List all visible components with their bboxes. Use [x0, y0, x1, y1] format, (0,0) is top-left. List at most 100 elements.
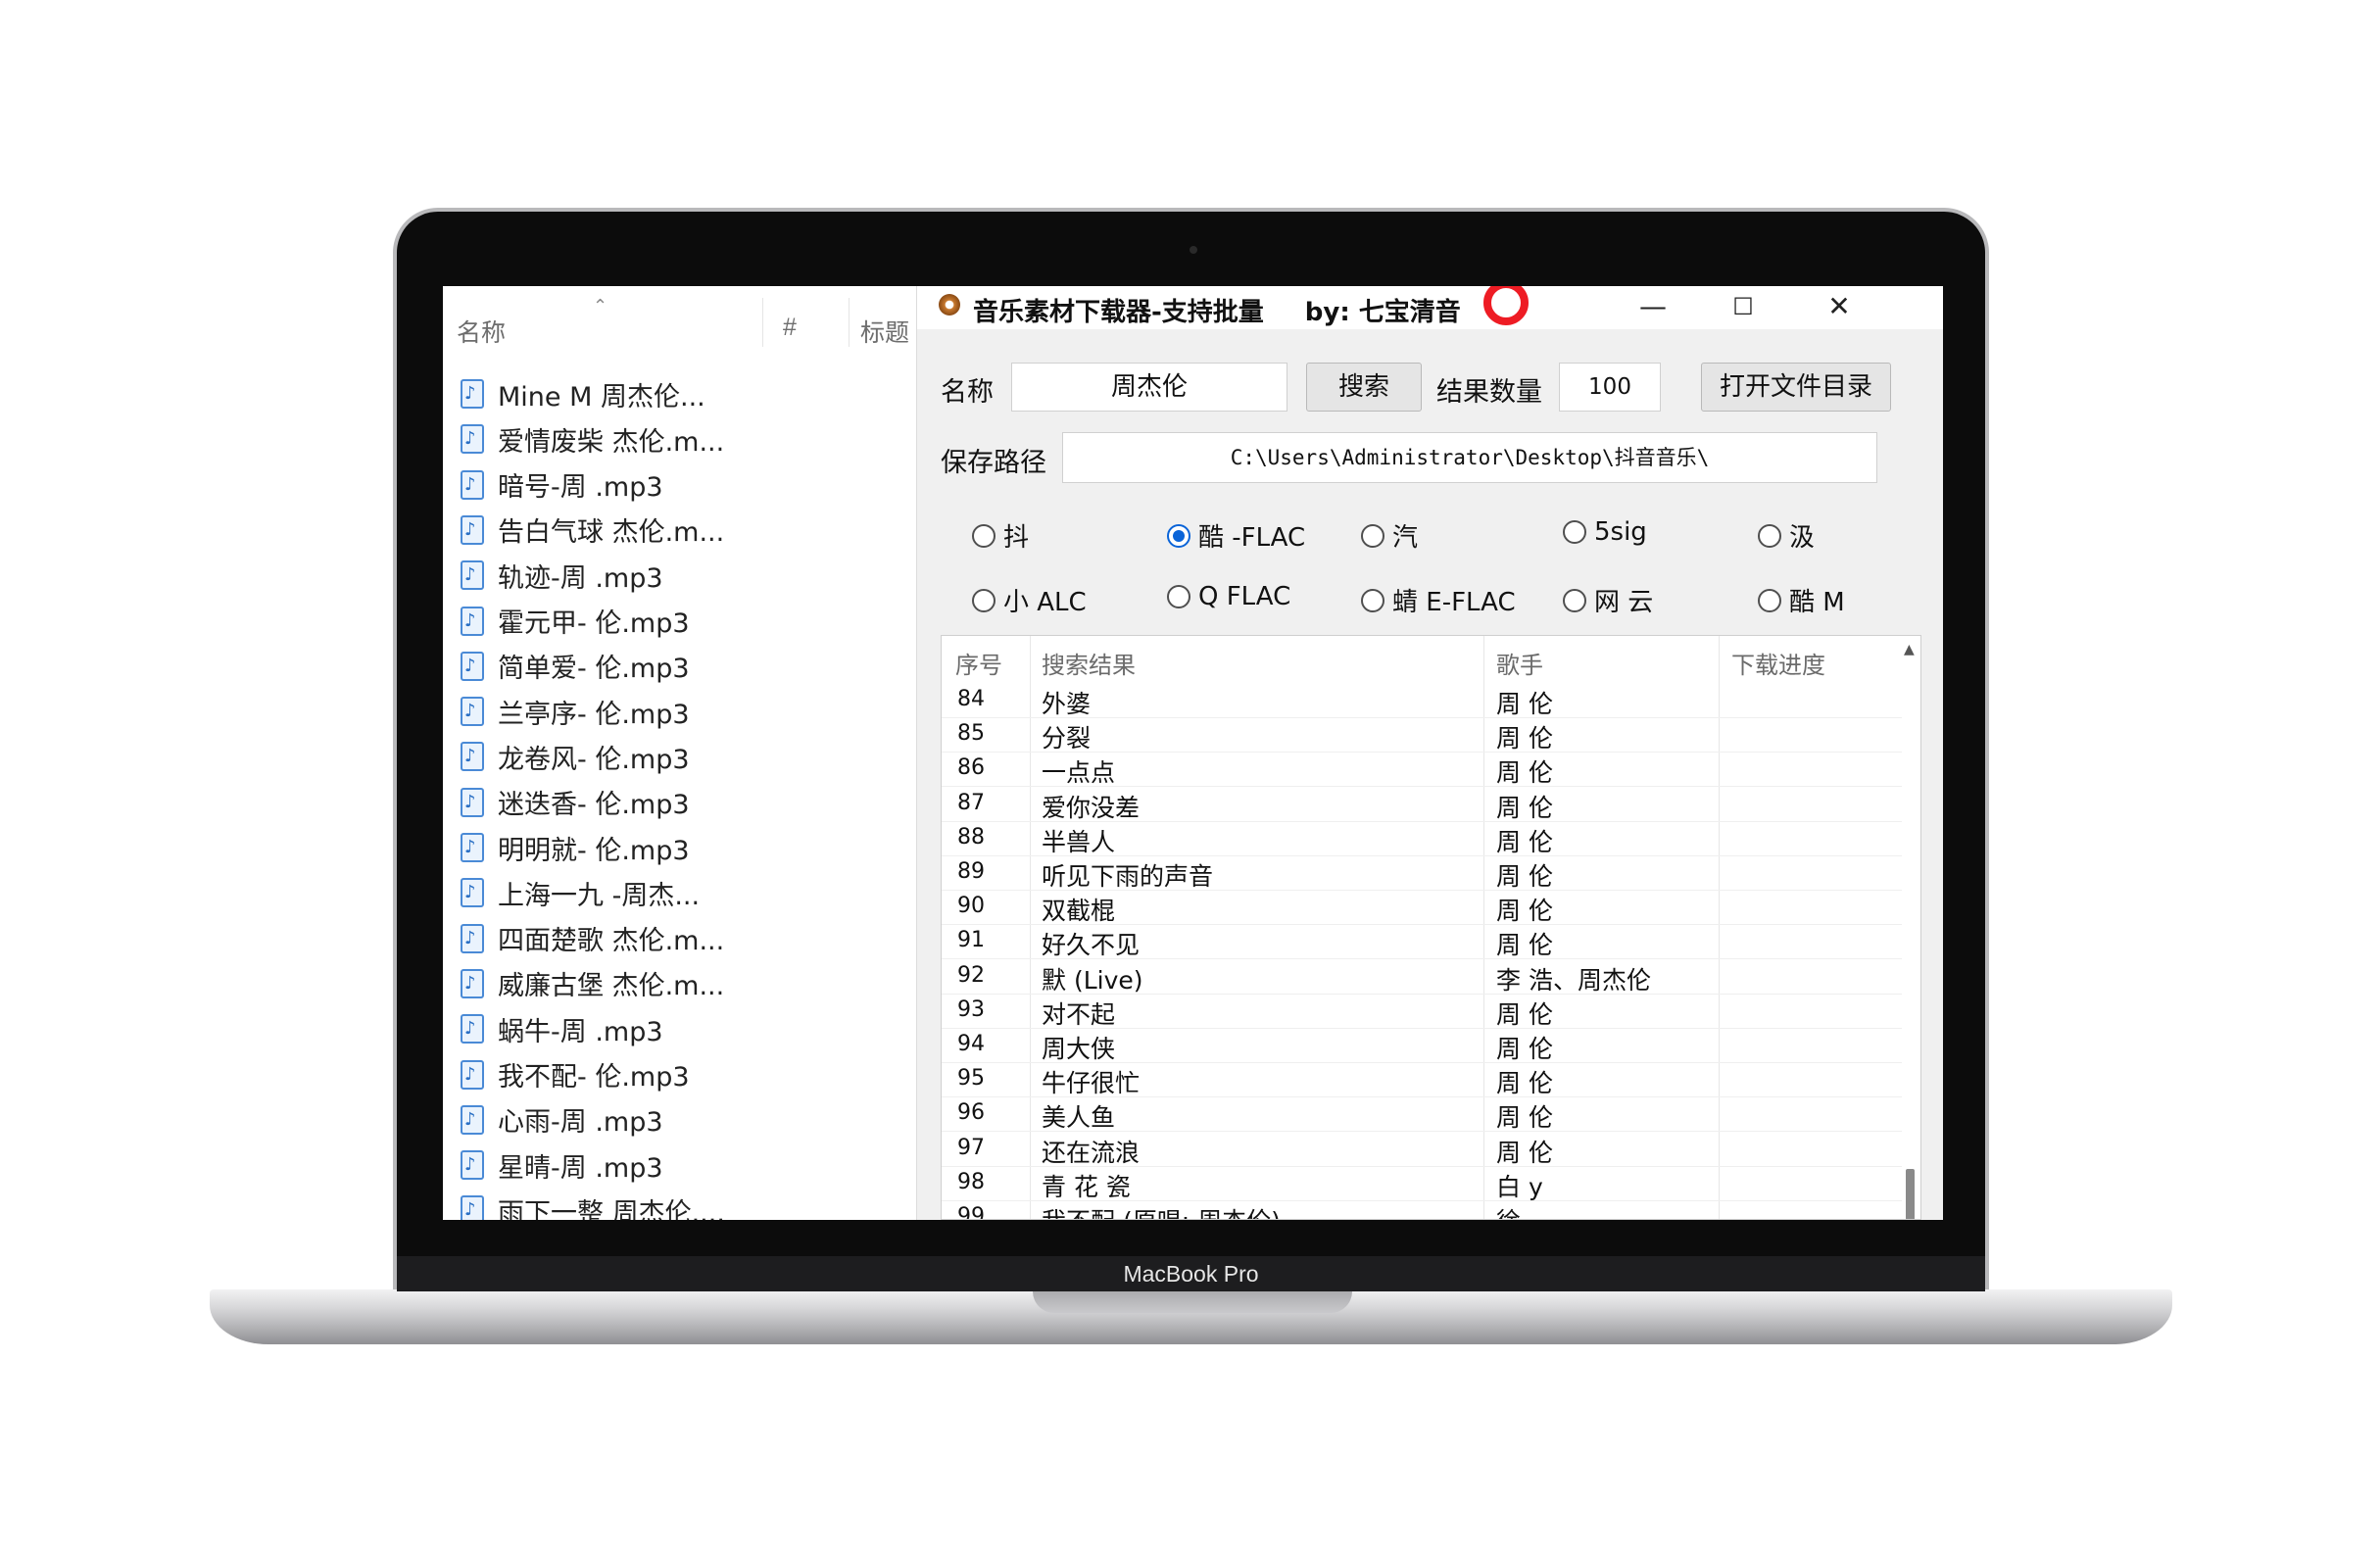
- maximize-button[interactable]: ☐: [1719, 290, 1768, 323]
- screen: ⌃ 名称 # 标题 Mine M 周杰伦... 爱情废柴 杰伦.m... 暗号-周 …: [443, 286, 1943, 1220]
- file-item[interactable]: 心雨-周 .mp3: [461, 1100, 663, 1140]
- column-number[interactable]: #: [783, 314, 797, 342]
- column-divider[interactable]: [849, 298, 850, 347]
- close-button[interactable]: ✕: [1815, 290, 1864, 323]
- table-row[interactable]: 92 默 (Live) 李 浩、周杰伦: [942, 959, 1902, 995]
- name-input[interactable]: 周杰伦: [1011, 363, 1287, 412]
- table-row[interactable]: 97 还在流浪 周 伦: [942, 1132, 1902, 1167]
- file-item[interactable]: 简单爱- 伦.mp3: [461, 647, 690, 686]
- source-radio[interactable]: 5sig: [1563, 517, 1647, 547]
- header-artist[interactable]: 歌手: [1496, 646, 1543, 680]
- table-row[interactable]: 84 外婆 周 伦: [942, 683, 1902, 718]
- minimize-button[interactable]: —: [1628, 290, 1677, 323]
- table-row[interactable]: 96 美人鱼 周 伦: [942, 1096, 1902, 1133]
- file-item[interactable]: 雨下一整 周杰伦....: [461, 1191, 725, 1220]
- column-name[interactable]: 名称: [457, 314, 506, 349]
- file-item[interactable]: 暗号-周 .mp3: [461, 465, 663, 505]
- cell-title: 双截棍: [1042, 897, 1116, 926]
- cell-artist: 周 伦: [1496, 690, 1553, 718]
- file-item[interactable]: 星晴-周 .mp3: [461, 1145, 663, 1185]
- file-item[interactable]: 告白气球 杰伦.m...: [461, 510, 724, 550]
- save-path-input[interactable]: C:\Users\Administrator\Desktop\抖音音乐\: [1062, 432, 1877, 483]
- radio-empty-icon[interactable]: [1563, 588, 1586, 612]
- radio-empty-icon[interactable]: [1758, 588, 1781, 612]
- file-item[interactable]: 上海一九 -周杰...: [461, 873, 700, 912]
- open-folder-button[interactable]: 打开文件目录: [1701, 363, 1891, 412]
- file-name: 轨迹-周 .mp3: [498, 562, 663, 594]
- table-row[interactable]: 88 半兽人 周 伦: [942, 821, 1902, 856]
- source-radio[interactable]: Q FLAC: [1167, 582, 1290, 611]
- audio-file-icon: [461, 923, 484, 953]
- source-radio[interactable]: 网 云: [1563, 582, 1653, 618]
- title-bar[interactable]: 音乐素材下载器-支持批量 by: 七宝清音 — ☐ ✕: [917, 286, 1943, 329]
- table-row[interactable]: 93 对不起 周 伦: [942, 994, 1902, 1029]
- file-item[interactable]: 霍元甲- 伦.mp3: [461, 602, 690, 641]
- cell-artist: 周 伦: [1496, 1069, 1553, 1098]
- table-header: 序号 搜索结果 歌手 下载进度: [942, 636, 1920, 683]
- source-radio[interactable]: 酷 -FLAC: [1167, 517, 1305, 554]
- source-radio[interactable]: 抖: [972, 517, 1029, 554]
- source-radio[interactable]: 蜻 E-FLAC: [1361, 582, 1516, 618]
- result-count-input[interactable]: 100: [1559, 363, 1661, 412]
- table-row[interactable]: 89 听见下雨的声音 周 伦: [942, 855, 1902, 891]
- radio-empty-icon[interactable]: [1758, 523, 1781, 548]
- table-row[interactable]: 98 青 花 瓷 白 y: [942, 1166, 1902, 1201]
- cell-title: 默 (Live): [1042, 965, 1143, 995]
- cell-index: 98: [957, 1169, 985, 1194]
- cell-title: 我不配 (原唱: 周杰伦): [1042, 1202, 1281, 1219]
- column-title[interactable]: 标题: [860, 314, 909, 349]
- cell-title: 美人鱼: [1042, 1103, 1116, 1133]
- cell-index: 99: [957, 1204, 985, 1220]
- file-item[interactable]: 蜗牛-周 .mp3: [461, 1009, 663, 1048]
- file-name: 简单爱- 伦.mp3: [498, 654, 690, 685]
- file-item[interactable]: 轨迹-周 .mp3: [461, 556, 663, 595]
- file-item[interactable]: 兰亭序- 伦.mp3: [461, 692, 690, 731]
- table-row[interactable]: 94 周大侠 周 伦: [942, 1028, 1902, 1063]
- file-item[interactable]: 威廉古堡 杰伦.m...: [461, 964, 724, 1003]
- source-label: 酷 M: [1789, 588, 1845, 617]
- table-row[interactable]: 91 好久不见 周 伦: [942, 924, 1902, 960]
- audio-file-icon: [461, 787, 484, 817]
- save-path-label: 保存路径: [941, 448, 1046, 478]
- file-item[interactable]: 龙卷风- 伦.mp3: [461, 737, 690, 776]
- cell-artist: 周 伦: [1496, 724, 1553, 753]
- source-radio[interactable]: 汲: [1758, 517, 1815, 554]
- name-label: 名称: [941, 377, 994, 408]
- scroll-up-icon[interactable]: ▲: [1904, 642, 1915, 657]
- file-item[interactable]: Mine M 周杰伦...: [461, 374, 705, 413]
- search-button[interactable]: 搜索: [1306, 363, 1422, 412]
- source-radio[interactable]: 汽: [1361, 517, 1418, 554]
- header-index[interactable]: 序号: [955, 646, 1002, 680]
- radio-empty-icon[interactable]: [972, 588, 996, 612]
- source-label: 汲: [1789, 523, 1816, 553]
- explorer-header: ⌃ 名称 # 标题: [443, 286, 916, 351]
- table-row[interactable]: 85 分裂 周 伦: [942, 717, 1902, 753]
- cell-index: 84: [957, 687, 985, 711]
- radio-empty-icon[interactable]: [972, 523, 996, 548]
- file-item[interactable]: 迷迭香- 伦.mp3: [461, 783, 690, 822]
- header-progress[interactable]: 下载进度: [1731, 646, 1825, 680]
- radio-empty-icon[interactable]: [1361, 523, 1384, 548]
- table-row[interactable]: 95 牛仔很忙 周 伦: [942, 1062, 1902, 1098]
- header-title[interactable]: 搜索结果: [1042, 646, 1136, 680]
- audio-file-icon: [461, 469, 484, 500]
- cell-artist: 白 y: [1496, 1172, 1543, 1201]
- file-item[interactable]: 我不配- 伦.mp3: [461, 1055, 690, 1094]
- radio-empty-icon[interactable]: [1167, 585, 1190, 608]
- column-divider[interactable]: [762, 298, 763, 347]
- source-label: 抖: [1003, 523, 1030, 553]
- source-radio[interactable]: 小 ALC: [972, 582, 1087, 618]
- file-item[interactable]: 明明就- 伦.mp3: [461, 828, 690, 867]
- radio-selected-icon[interactable]: [1167, 523, 1190, 548]
- radio-empty-icon[interactable]: [1563, 520, 1586, 544]
- table-row[interactable]: 90 双截棍 周 伦: [942, 890, 1902, 926]
- file-item[interactable]: 四面楚歌 杰伦.m...: [461, 919, 724, 958]
- table-row[interactable]: 99 我不配 (原唱: 周杰伦) 徐: [942, 1200, 1902, 1220]
- radio-empty-icon[interactable]: [1361, 588, 1384, 612]
- table-row[interactable]: 87 爱你没差 周 伦: [942, 787, 1902, 822]
- scrollbar-thumb[interactable]: [1906, 1169, 1915, 1219]
- file-item[interactable]: 爱情废柴 杰伦.m...: [461, 419, 724, 459]
- audio-file-icon: [461, 651, 484, 681]
- table-row[interactable]: 86 一点点 周 伦: [942, 752, 1902, 788]
- source-radio[interactable]: 酷 M: [1758, 582, 1845, 618]
